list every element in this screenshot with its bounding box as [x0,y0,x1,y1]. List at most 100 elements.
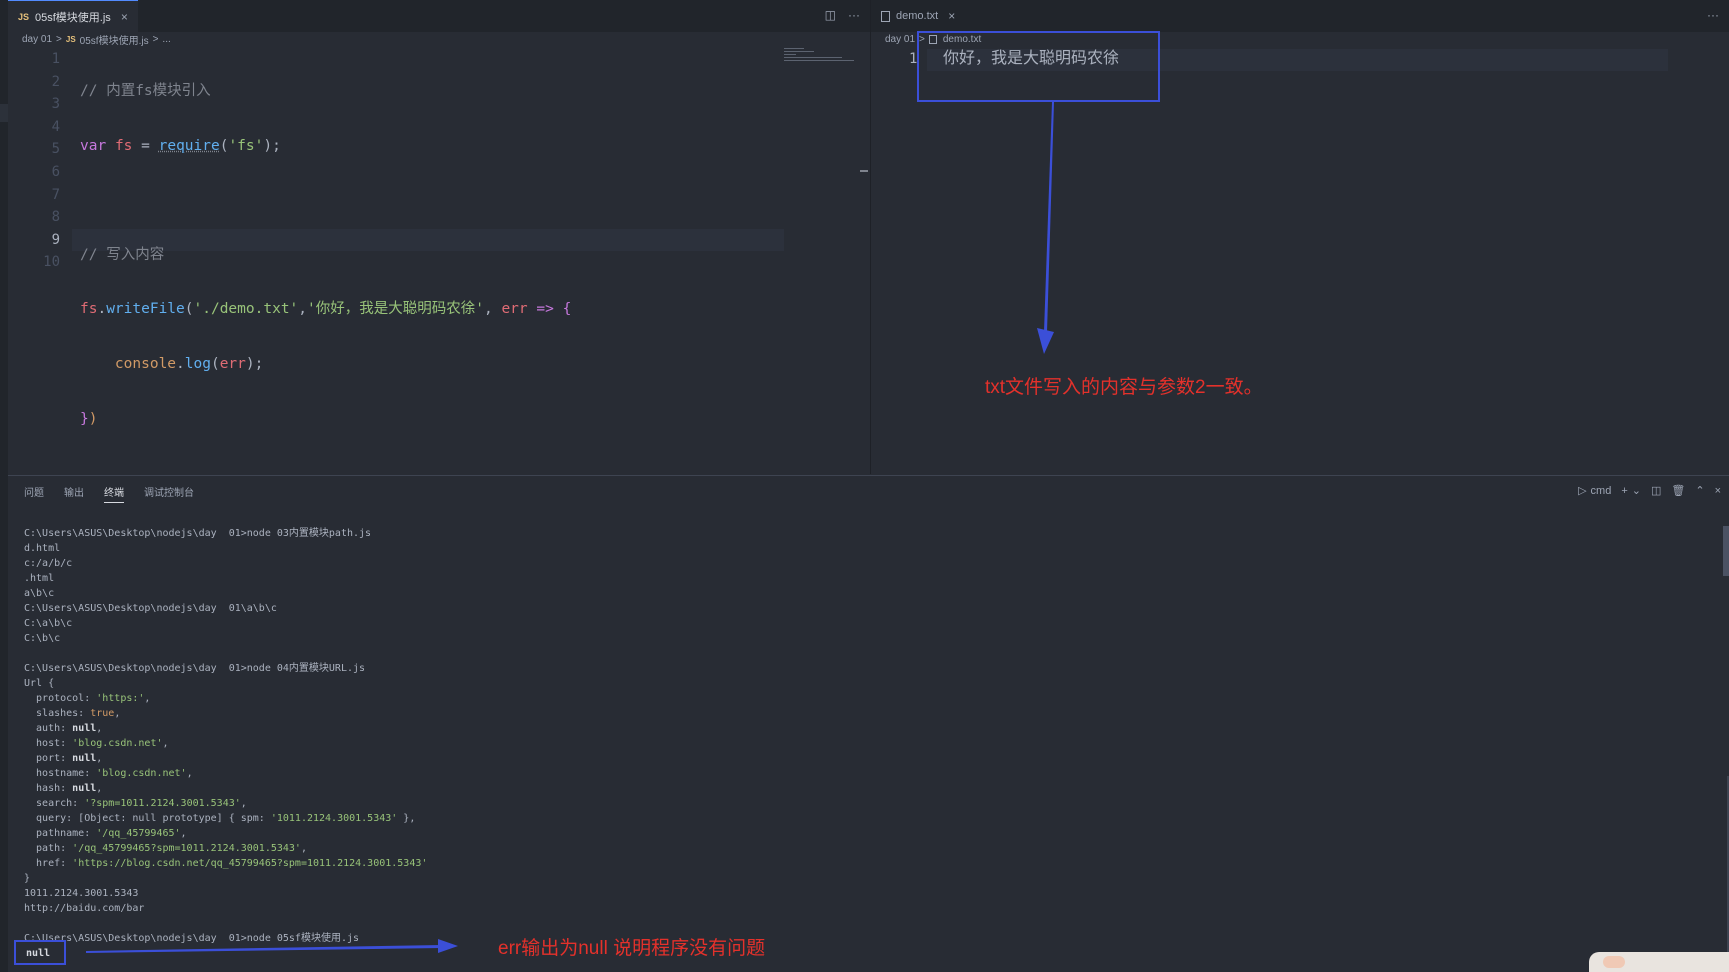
breadcrumb-symbol[interactable]: ... [162,34,170,45]
tab-output[interactable]: 输出 [64,484,84,503]
comment: // 写入内容 [80,246,165,263]
terminal-line: } [24,873,31,884]
tab-demo-txt[interactable]: demo.txt × [871,0,965,32]
url-value: 'blog.csdn.net' [96,768,187,779]
terminal-line: hostname: 'blog.csdn.net', [24,768,193,779]
url-key: slashes: [24,708,91,719]
left-tabbar: JS 05sf模块使用.js × ◫ ··· [8,0,870,32]
identifier: fs [114,137,133,154]
maximize-panel-icon[interactable]: ⌃ [1695,484,1704,497]
brace: } [80,410,89,427]
identifier: fs [80,301,98,318]
shell-selector[interactable]: cmd [1591,485,1612,497]
activity-strip [0,0,8,972]
overview-ruler-mark [860,170,868,172]
code-line-6: console.log(err); [80,353,571,376]
paren: ) [88,410,98,427]
annotation-txt-note: txt文件写入的内容与参数2一致。 [985,377,1263,398]
brace: { [562,301,572,318]
js-file-icon: JS [18,11,30,22]
punctuation: ); [263,137,281,154]
breadcrumb-file[interactable]: 05sf模块使用.js [80,32,149,47]
more-actions-icon[interactable]: ··· [1707,8,1719,22]
url-value: null [72,753,97,764]
tab-label: demo.txt [896,10,939,22]
terminal-scrollbar[interactable] [1723,526,1729,576]
close-icon[interactable]: × [121,10,128,24]
url-key: href: [24,858,73,869]
breadcrumb-folder[interactable]: day 01 [885,34,915,45]
url-value: 'https://blog.csdn.net/qq_45799465?spm=1… [72,858,428,869]
terminal-line: Url { [24,678,55,689]
terminal-line: 1011.2124.3001.5343 [24,888,139,899]
terminal-line: C:\Users\ASUS\Desktop\nodejs\day 01\a\b\… [24,603,277,614]
tab-problems[interactable]: 问题 [24,484,44,503]
punctuation: ( [210,355,220,372]
close-icon[interactable]: × [948,9,955,23]
split-editor-icon[interactable]: ◫ [825,8,836,22]
url-value: 'blog.csdn.net' [72,738,163,749]
line-number-gutter: 1 2 3 4 5 6 7 8 9 10 [8,48,60,274]
arrow-operator: => [527,301,563,318]
comment: // 内置fs模块引入 [80,83,211,99]
terminal-output[interactable]: C:\Users\ASUS\Desktop\nodejs\day 01>node… [24,526,427,961]
terminal-line: C:\Users\ASUS\Desktop\nodejs\day 01>node… [24,528,372,539]
tab-terminal[interactable]: 终端 [104,484,124,503]
url-key: auth: [24,723,73,734]
tab-debug-console[interactable]: 调试控制台 [144,484,194,503]
minimap[interactable] [784,48,859,68]
trash-icon[interactable]: 🗑 [1671,484,1685,497]
add-terminal-icon[interactable]: + [1621,485,1627,497]
terminal-line: a\b\c [24,588,55,599]
tab-05sf-js[interactable]: JS 05sf模块使用.js × [8,0,138,32]
url-value: '/qq_45799465?spm=1011.2124.3001.5343' [72,843,301,854]
terminal-line: pathname: '/qq_45799465', [24,828,187,839]
punctuation: ); [245,355,264,372]
more-actions-icon[interactable]: ··· [848,8,860,22]
right-tabbar: demo.txt × ··· [871,0,1729,32]
terminal-icon: ▷ [1578,485,1587,497]
annotation-null-note: err输出为null 说明程序没有问题 [498,938,766,959]
breadcrumb-folder[interactable]: day 01 [22,34,52,45]
arrow-down-icon [1037,102,1054,354]
terminal-line: .html [24,573,55,584]
line-number: 4 [51,118,60,135]
close-panel-icon[interactable]: × [1715,485,1721,497]
line-number: 6 [51,163,60,180]
url-value: 'https:' [96,693,145,704]
url-value: null [72,723,97,734]
tab-label: 05sf模块使用.js [35,11,111,24]
line-number: 1 [51,51,60,67]
terminal-line: http://baidu.com/bar [24,903,145,914]
line-number-current: 9 [51,231,60,248]
punctuation: . [97,301,107,318]
url-key: query: [Object: null prototype] { spm: [24,813,271,824]
url-key: search: [24,798,85,809]
function-name: writeFile [106,301,185,318]
line-number: 5 [51,141,60,158]
left-editor-group: JS 05sf模块使用.js × ◫ ··· day 01 > JS 05sf模… [8,0,870,474]
string: '你好，我是大聪明码农徐' [307,301,484,318]
url-key: hash: [24,783,73,794]
bottom-panel: 问题 输出 终端 调试控制台 ▷ cmd + ⌄ ◫ 🗑 ⌃ × C:\User… [8,475,1729,972]
url-key: pathname: [24,828,97,839]
url-key: hostname: [24,768,97,779]
terminal-line: c:/a/b/c [24,558,73,569]
terminal-line: search: '?spm=1011.2124.3001.5343', [24,798,247,809]
annotation-box-null [14,940,66,965]
terminal-line: host: 'blog.csdn.net', [24,738,169,749]
arrow-right-icon [86,939,458,953]
line-number: 7 [51,186,60,203]
keyword: var [80,137,107,154]
terminal-line: path: '/qq_45799465?spm=1011.2124.3001.5… [24,843,307,854]
split-terminal-icon[interactable]: ◫ [1651,484,1661,497]
breadcrumb: day 01 > JS 05sf模块使用.js > ... [22,32,171,47]
terminal-blank [24,646,427,661]
url-key: path: [24,843,73,854]
code-line-5: fs.writeFile('./demo.txt','你好，我是大聪明码农徐',… [80,298,571,321]
url-value: '1011.2124.3001.5343' [270,813,398,824]
chevron-down-icon[interactable]: ⌄ [1632,484,1641,497]
chevron-right-icon: > [152,33,159,45]
terminal-line: query: [Object: null prototype] { spm: '… [24,813,416,824]
